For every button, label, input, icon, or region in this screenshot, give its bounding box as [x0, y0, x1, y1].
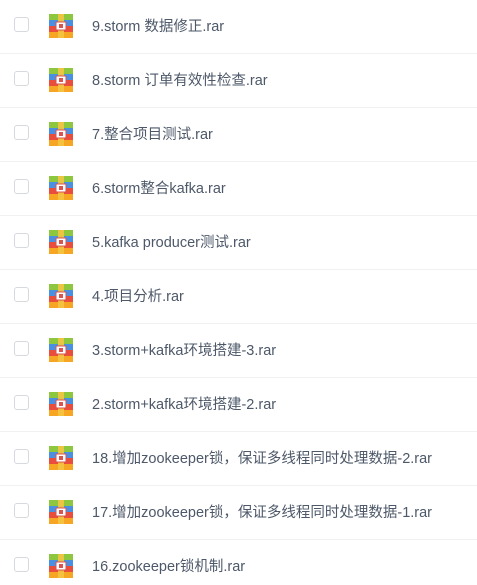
file-row[interactable]: 5.kafka producer测试.rar — [0, 216, 477, 270]
row-checkbox[interactable] — [14, 287, 29, 302]
row-checkbox[interactable] — [14, 17, 29, 32]
file-name[interactable]: 7.整合项目测试.rar — [92, 108, 213, 162]
file-name[interactable]: 5.kafka producer测试.rar — [92, 216, 251, 270]
rar-archive-icon — [49, 14, 73, 38]
row-checkbox[interactable] — [14, 233, 29, 248]
file-name[interactable]: 8.storm 订单有效性检查.rar — [92, 54, 268, 108]
rar-archive-icon — [49, 500, 73, 524]
rar-archive-icon — [49, 446, 73, 470]
file-name[interactable]: 4.项目分析.rar — [92, 270, 184, 324]
file-row[interactable]: 18.增加zookeeper锁，保证多线程同时处理数据-2.rar — [0, 432, 477, 486]
row-checkbox[interactable] — [14, 341, 29, 356]
rar-archive-icon — [49, 392, 73, 416]
rar-archive-icon — [49, 284, 73, 308]
file-row[interactable]: 4.项目分析.rar — [0, 270, 477, 324]
file-row[interactable]: 16.zookeeper锁机制.rar — [0, 540, 477, 585]
rar-archive-icon — [49, 554, 73, 578]
file-row[interactable]: 17.增加zookeeper锁，保证多线程同时处理数据-1.rar — [0, 486, 477, 540]
file-name[interactable]: 18.增加zookeeper锁，保证多线程同时处理数据-2.rar — [92, 432, 432, 486]
rar-archive-icon — [49, 230, 73, 254]
rar-archive-icon — [49, 122, 73, 146]
file-name[interactable]: 17.增加zookeeper锁，保证多线程同时处理数据-1.rar — [92, 486, 432, 540]
file-row[interactable]: 8.storm 订单有效性检查.rar — [0, 54, 477, 108]
file-row[interactable]: 9.storm 数据修正.rar — [0, 0, 477, 54]
row-checkbox[interactable] — [14, 125, 29, 140]
file-name[interactable]: 3.storm+kafka环境搭建-3.rar — [92, 324, 276, 378]
file-row[interactable]: 7.整合项目测试.rar — [0, 108, 477, 162]
rar-archive-icon — [49, 338, 73, 362]
row-checkbox[interactable] — [14, 71, 29, 86]
file-name[interactable]: 9.storm 数据修正.rar — [92, 0, 224, 54]
row-checkbox[interactable] — [14, 557, 29, 572]
file-name[interactable]: 6.storm整合kafka.rar — [92, 162, 226, 216]
row-checkbox[interactable] — [14, 449, 29, 464]
file-row[interactable]: 3.storm+kafka环境搭建-3.rar — [0, 324, 477, 378]
file-name[interactable]: 2.storm+kafka环境搭建-2.rar — [92, 378, 276, 432]
row-checkbox[interactable] — [14, 395, 29, 410]
file-row[interactable]: 6.storm整合kafka.rar — [0, 162, 477, 216]
rar-archive-icon — [49, 176, 73, 200]
rar-archive-icon — [49, 68, 73, 92]
row-checkbox[interactable] — [14, 503, 29, 518]
file-name[interactable]: 16.zookeeper锁机制.rar — [92, 540, 245, 585]
file-row[interactable]: 2.storm+kafka环境搭建-2.rar — [0, 378, 477, 432]
row-checkbox[interactable] — [14, 179, 29, 194]
file-list: 9.storm 数据修正.rar 8.storm 订单有效性检查.rar 7.整… — [0, 0, 477, 585]
